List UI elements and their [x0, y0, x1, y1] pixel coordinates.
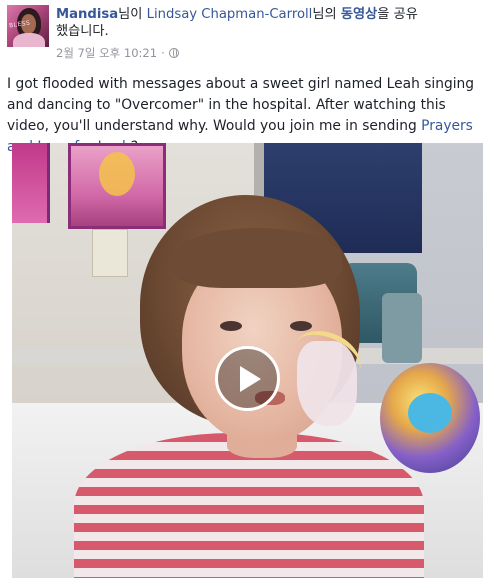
post-header: Mandisa님이 Lindsay Chapman-Carroll님의 동영상을… — [56, 6, 486, 24]
meta-separator: · — [161, 46, 165, 60]
video-player[interactable] — [12, 143, 483, 578]
play-button[interactable] — [215, 346, 280, 411]
post-header-line2: 했습니다. — [56, 24, 109, 39]
play-icon — [240, 365, 261, 392]
timestamp-link[interactable]: 2월 7일 오후 10:21 — [56, 45, 157, 61]
author-particle: 님의 — [312, 7, 337, 22]
shared-by-particle: 님이 — [118, 7, 143, 22]
caption-text: I got flooded with messages about a swee… — [7, 76, 475, 134]
facebook-post: BLESS Mandisa님이 Lindsay Chapman-Carroll님… — [0, 0, 495, 578]
original-author-link[interactable]: Lindsay Chapman-Carroll — [147, 7, 313, 22]
page-avatar[interactable]: BLESS — [7, 5, 49, 47]
shared-suffix: 을 공유 — [377, 7, 418, 22]
post-meta: 2월 7일 오후 10:21 · — [56, 45, 179, 61]
globe-icon[interactable] — [168, 48, 179, 58]
page-name-link[interactable]: Mandisa — [56, 7, 118, 22]
video-link[interactable]: 동영상 — [341, 7, 377, 22]
